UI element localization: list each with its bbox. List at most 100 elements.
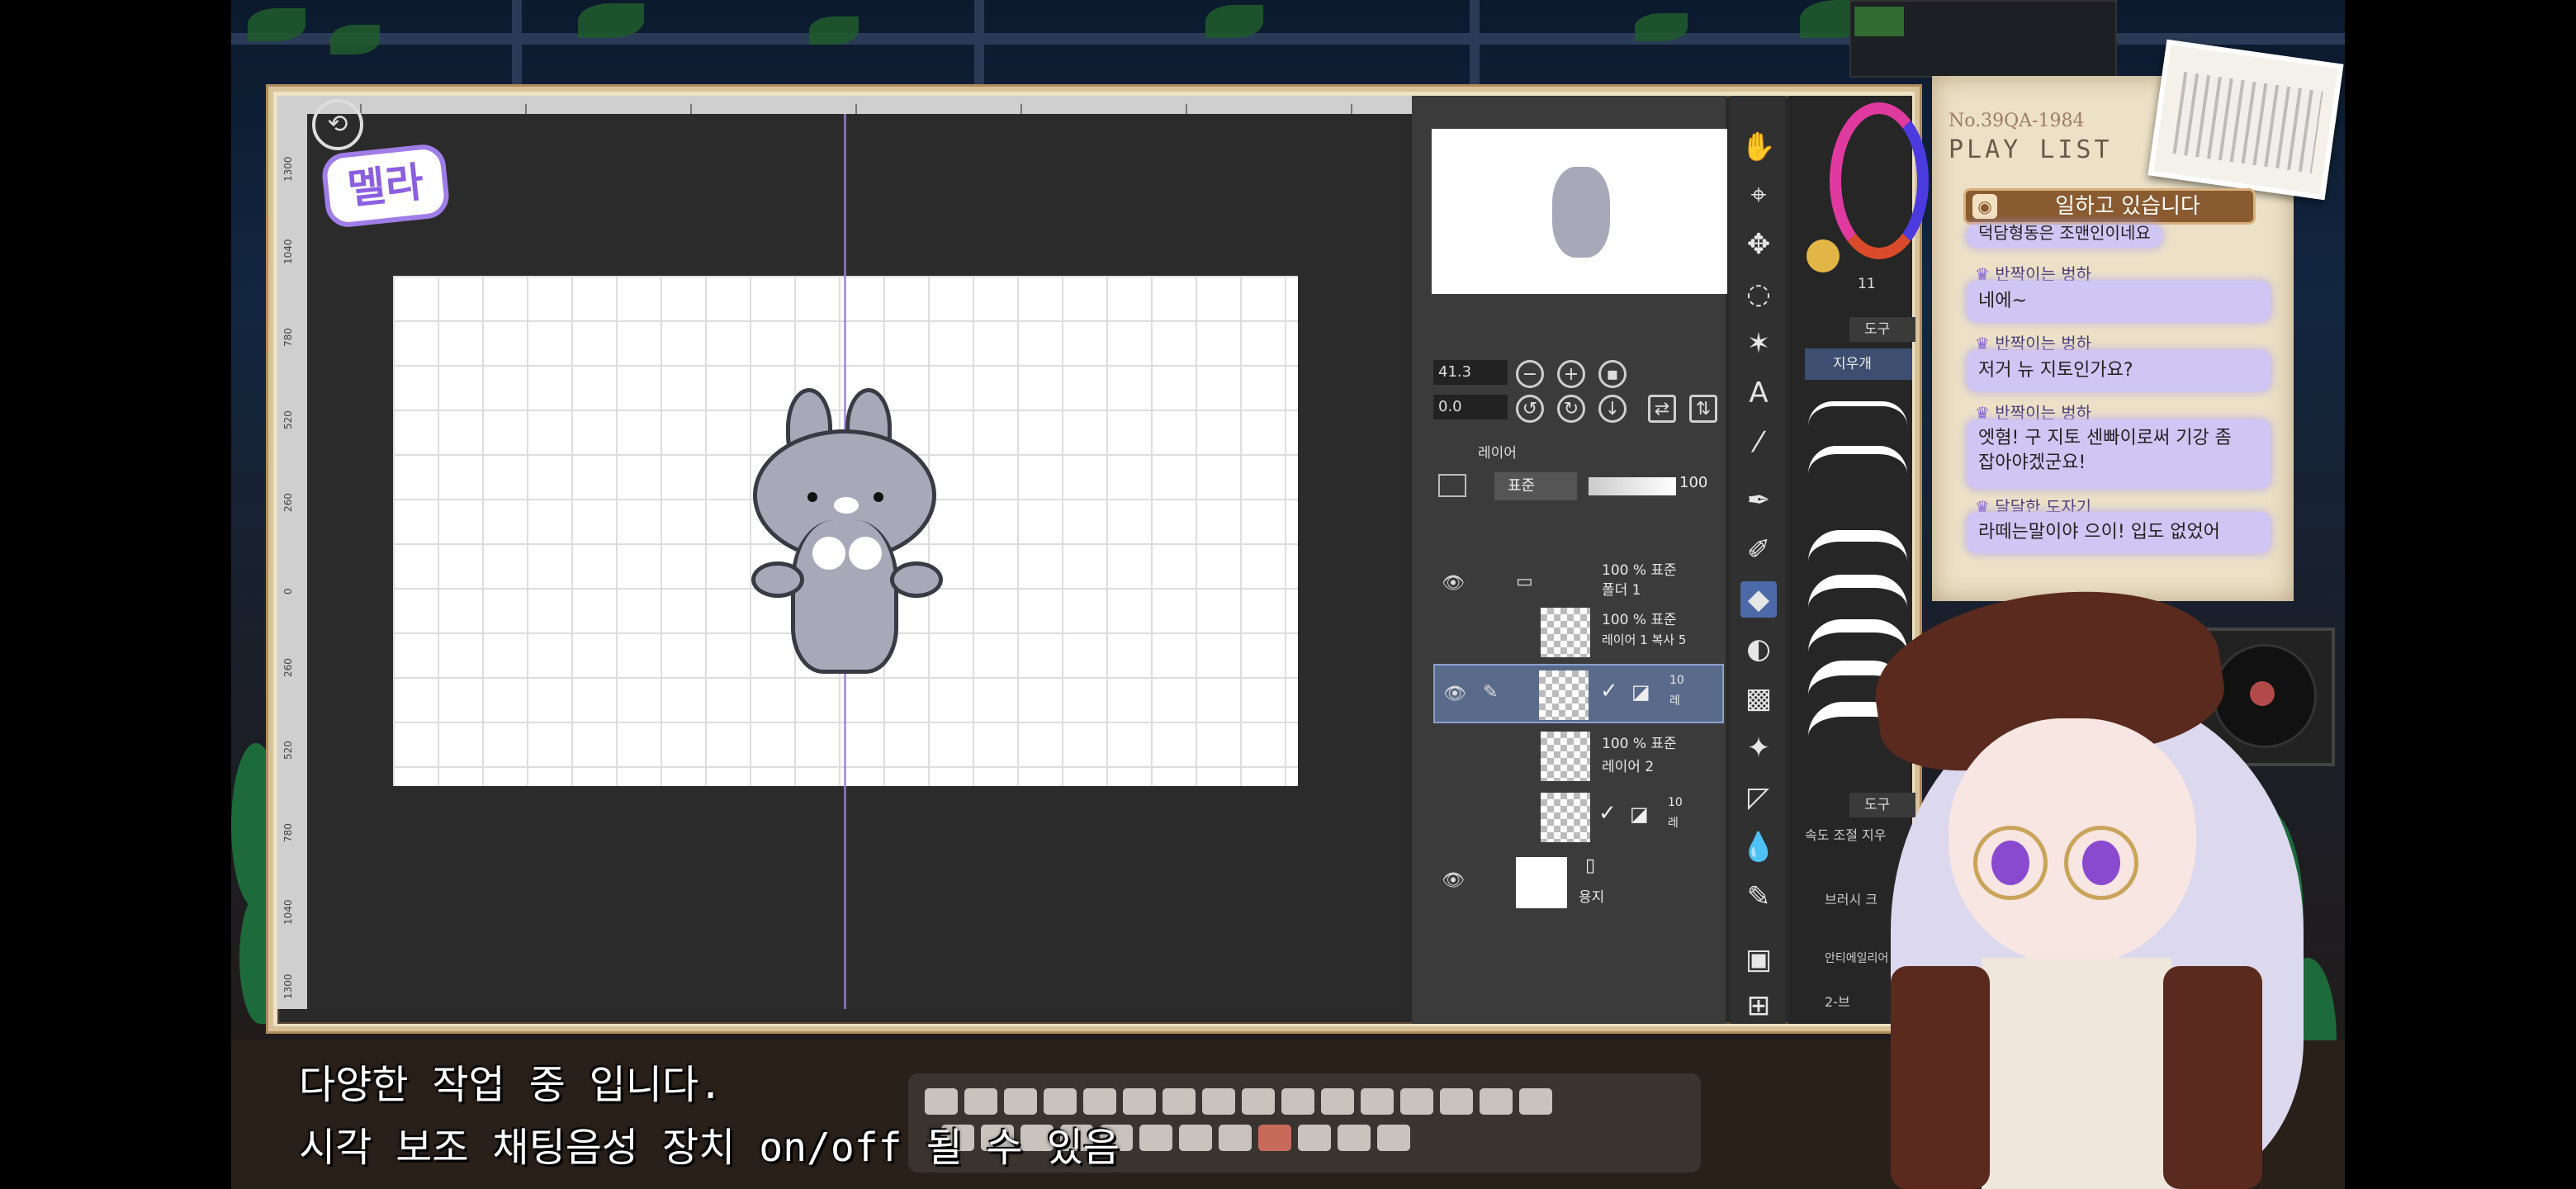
playlist-title: PLAY LIST bbox=[1949, 135, 2113, 164]
rotate-left-icon[interactable]: ↺ bbox=[1516, 395, 1544, 423]
main-color-icon[interactable] bbox=[1807, 239, 1840, 272]
eyedropper-icon[interactable]: ⁄ bbox=[1740, 424, 1777, 461]
brush-stroke-preview[interactable] bbox=[1808, 446, 1907, 474]
opacity-value[interactable]: 100 bbox=[1679, 474, 1707, 491]
ruler-left: 1300 1040 780 520 260 0 260 520 780 1040… bbox=[277, 114, 307, 1009]
ruler-label: 1300 bbox=[282, 973, 294, 999]
ruler-label: 780 bbox=[282, 823, 294, 842]
flip-vertical-icon[interactable]: ⇅ bbox=[1689, 395, 1717, 423]
fill-icon[interactable]: ◐ bbox=[1740, 631, 1777, 667]
chat-message: 라떼는말이야 으이! 입도 없었어 bbox=[1967, 512, 2271, 553]
ruler-label: 260 bbox=[282, 493, 294, 512]
opacity-slider[interactable] bbox=[1589, 477, 1676, 495]
streamer-logo-text: 멜라 bbox=[345, 158, 426, 214]
eye-icon[interactable]: 👁 bbox=[1443, 684, 1466, 704]
chat-text: 네에~ bbox=[1978, 291, 2027, 311]
ruler-label: 520 bbox=[282, 741, 294, 760]
object-select-icon[interactable]: ⌖ bbox=[1740, 177, 1777, 213]
magic-wand-icon[interactable]: ✶ bbox=[1740, 325, 1777, 362]
layer-mode: 100 % 표준 bbox=[1602, 736, 1677, 752]
layer-name: 폴더 1 bbox=[1602, 582, 1641, 599]
check-icon: ✓ bbox=[1598, 801, 1617, 826]
folder-icon: ▭ bbox=[1516, 571, 1533, 592]
move-icon[interactable]: ✥ bbox=[1740, 226, 1777, 263]
reset-rotation-icon[interactable]: ↓ bbox=[1598, 395, 1627, 423]
subtitle-line-1: 다양한 작업 중 입니다. bbox=[299, 1062, 723, 1108]
window-beam bbox=[512, 0, 522, 91]
window-beam bbox=[1470, 0, 1480, 91]
chat-message: 저거 뉴 지토인가요? bbox=[1967, 350, 2271, 391]
grid-icon[interactable]: ⊞ bbox=[1740, 988, 1777, 1024]
layer-mode: 100 % 표준 bbox=[1602, 612, 1677, 628]
rotate-right-icon[interactable]: ↻ bbox=[1557, 395, 1585, 423]
layer-name: 용지 bbox=[1579, 889, 1605, 906]
layer-name: 레이어 2 bbox=[1602, 759, 1655, 775]
layer-mask-toggle[interactable] bbox=[1438, 474, 1466, 497]
layer-row[interactable]: 100 % 표준 레이어 2 bbox=[1433, 727, 1721, 783]
layer-panel-title: 레이어 bbox=[1478, 445, 1517, 462]
text-icon[interactable]: A bbox=[1740, 375, 1777, 411]
zoom-field[interactable]: 41.3 bbox=[1433, 360, 1508, 385]
figure-icon[interactable]: ◸ bbox=[1740, 779, 1777, 816]
layer-thumbnail bbox=[1539, 670, 1589, 720]
chat-message-cut: 덕담형동은 조맨인이네요 bbox=[1967, 225, 2162, 248]
rotation-value: 0.0 bbox=[1438, 398, 1462, 415]
navigator-preview[interactable] bbox=[1432, 129, 1727, 294]
eraser-icon[interactable]: ◆ bbox=[1740, 581, 1777, 618]
correction-icon[interactable]: ✎ bbox=[1740, 879, 1777, 915]
layer-opacity: 10 bbox=[1669, 674, 1684, 687]
sparkle-icon[interactable]: ✦ bbox=[1740, 730, 1777, 766]
layer-name: 레이어 1 복사 5 bbox=[1602, 632, 1687, 647]
window-beam bbox=[974, 0, 984, 91]
ruler-label: 1040 bbox=[282, 239, 294, 264]
zoom-value: 41.3 bbox=[1438, 363, 1472, 381]
rotation-field[interactable]: 0.0 bbox=[1433, 395, 1508, 419]
avatar-eye-right bbox=[2082, 841, 2120, 885]
eye-icon[interactable]: 👁 bbox=[1442, 870, 1465, 891]
active-subtool[interactable]: 지우개 bbox=[1805, 348, 1912, 380]
layer-row[interactable]: 100 % 표준 레이어 1 복사 5 bbox=[1433, 603, 1721, 659]
avatar-cardigan-right bbox=[2163, 966, 2262, 1189]
brush-icon[interactable]: ✐ bbox=[1740, 532, 1777, 568]
paper-icon: ▯ bbox=[1585, 855, 1596, 876]
chat-text: 라떼는말이야 으이! 입도 없었어 bbox=[1978, 522, 2220, 542]
avatar-blouse bbox=[1982, 958, 2171, 1189]
ruler-label: 1040 bbox=[282, 899, 294, 925]
streamer-logo: 멜라 bbox=[320, 142, 452, 230]
tool-tab[interactable]: 도구 bbox=[1849, 317, 1915, 342]
blend-mode-select[interactable]: 표준 bbox=[1494, 472, 1577, 500]
pen-icon[interactable]: ✒ bbox=[1740, 482, 1777, 519]
flip-horizontal-icon[interactable]: ⇄ bbox=[1648, 395, 1676, 423]
lasso-icon[interactable]: ◌ bbox=[1740, 276, 1777, 312]
layer-row[interactable]: ✓ ◪ 10 레 bbox=[1433, 788, 1721, 844]
ruler-label: 1300 bbox=[282, 156, 294, 182]
color-wheel[interactable] bbox=[1830, 102, 1929, 259]
chat-text: 덕담형동은 조맨인이네요 bbox=[1978, 223, 2151, 243]
eye-icon[interactable]: 👁 bbox=[1442, 573, 1465, 594]
zoom-out-icon[interactable]: − bbox=[1516, 360, 1544, 388]
gradient-icon[interactable]: ▩ bbox=[1740, 680, 1777, 717]
clipping-icon: ◪ bbox=[1630, 803, 1649, 826]
rotate-canvas-icon[interactable]: ⟲ bbox=[312, 99, 363, 150]
color-swatch-icon[interactable]: ▣ bbox=[1740, 941, 1777, 978]
chat-message: 엣혐! 구 지토 센빠이로써 기강 좀 잡아야겠군요! bbox=[1967, 419, 2271, 489]
fit-icon[interactable]: ▪ bbox=[1598, 360, 1627, 388]
brush-stroke-preview[interactable] bbox=[1808, 401, 1907, 426]
setting-2: 2-브 bbox=[1825, 994, 1850, 1010]
avatar-eye-left bbox=[1991, 841, 2029, 885]
layer-thumbnail bbox=[1541, 732, 1590, 781]
color-value: 11 bbox=[1858, 276, 1876, 292]
layer-name: 레 bbox=[1669, 694, 1680, 708]
hand-icon[interactable]: ✋ bbox=[1740, 129, 1777, 165]
blend-icon[interactable]: 💧 bbox=[1740, 829, 1777, 865]
zoom-in-icon[interactable]: + bbox=[1557, 360, 1585, 388]
chat-message: 네에~ bbox=[1967, 281, 2271, 322]
layer-row-paper[interactable]: 👁 ▯ 용지 bbox=[1433, 852, 1721, 908]
building-photo bbox=[2147, 39, 2344, 201]
brush-stroke-preview[interactable] bbox=[1808, 530, 1907, 561]
vtuber-avatar bbox=[1858, 571, 2320, 1189]
preview-bunny bbox=[1552, 167, 1610, 258]
status-badge: ◉ 일하고 있습니다 bbox=[1963, 188, 2256, 225]
layer-row-selected[interactable]: 👁 ✎ ✓ ◪ 10 레 bbox=[1433, 664, 1724, 723]
pen-edit-icon: ✎ bbox=[1483, 682, 1499, 703]
